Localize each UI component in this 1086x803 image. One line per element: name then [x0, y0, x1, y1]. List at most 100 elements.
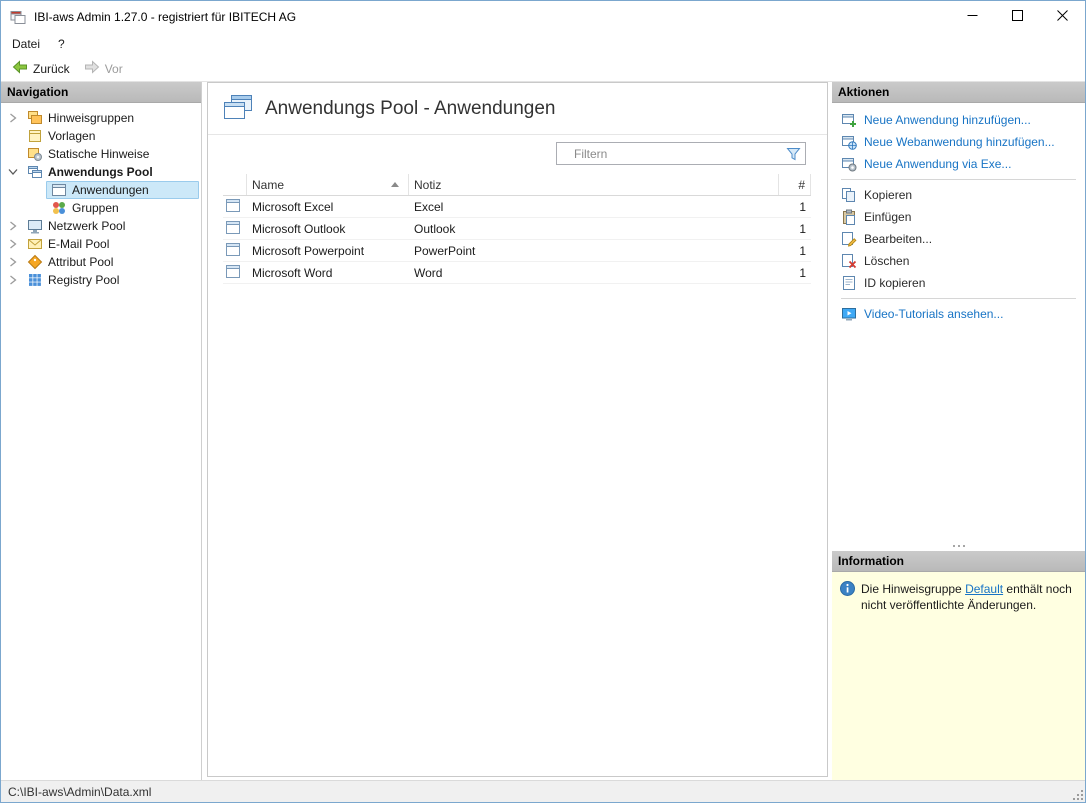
action-copy[interactable]: Kopieren — [839, 184, 1080, 206]
cell-count: 1 — [779, 222, 811, 236]
anwendungs-pool-icon — [27, 164, 43, 180]
menu-datei[interactable]: Datei — [3, 32, 49, 56]
applications-table: Name Notiz # Microsoft Excel Excel 1 Mic… — [223, 174, 811, 284]
action-edit[interactable]: Bearbeiten... — [839, 228, 1080, 250]
chevron-right-icon[interactable] — [4, 239, 22, 249]
chevron-down-icon[interactable] — [4, 168, 22, 176]
app-icon — [10, 9, 26, 25]
right-panel: Aktionen Neue Anwendung hinzufügen... Ne… — [832, 82, 1085, 780]
filter-row — [208, 135, 827, 170]
filter-icon[interactable] — [781, 147, 805, 161]
registry-pool-icon — [27, 272, 43, 288]
cell-notiz: PowerPoint — [409, 244, 779, 258]
window-title: IBI-aws Admin 1.27.0 - registriert für I… — [34, 10, 950, 24]
toolbar: Zurück Vor — [1, 56, 1085, 82]
maximize-icon — [1012, 10, 1023, 24]
cell-name: Microsoft Excel — [247, 200, 409, 214]
titlebar[interactable]: IBI-aws Admin 1.27.0 - registriert für I… — [1, 1, 1085, 32]
column-header-icon — [223, 174, 247, 195]
chevron-right-icon[interactable] — [4, 275, 22, 285]
statusbar: C:\IBI-aws\Admin\Data.xml — [1, 780, 1085, 802]
sidebar-item-hinweisgruppen[interactable]: Hinweisgruppen — [1, 109, 201, 127]
actions-header: Aktionen — [832, 82, 1085, 103]
info-icon — [840, 581, 855, 599]
sidebar-item-vorlagen[interactable]: Vorlagen — [1, 127, 201, 145]
table-row[interactable]: Microsoft Powerpoint PowerPoint 1 — [223, 240, 811, 262]
action-label: Bearbeiten... — [864, 232, 932, 246]
menu-help[interactable]: ? — [49, 32, 74, 56]
back-button[interactable]: Zurück — [5, 58, 77, 80]
hinweisgruppen-icon — [27, 110, 43, 126]
action-label: Neue Webanwendung hinzufügen... — [864, 135, 1055, 149]
info-text-before: Die Hinweisgruppe — [861, 582, 965, 596]
chevron-right-icon[interactable] — [4, 113, 22, 123]
cell-count: 1 — [779, 244, 811, 258]
sidebar-item-gruppen[interactable]: Gruppen — [1, 199, 201, 217]
table-row[interactable]: Microsoft Word Word 1 — [223, 262, 811, 284]
resize-grip-icon[interactable] — [1071, 788, 1084, 801]
sidebar-item-label: Anwendungs Pool — [48, 165, 153, 179]
content-header: Anwendungs Pool - Anwendungen — [208, 83, 827, 135]
sidebar-item-label: Hinweisgruppen — [48, 111, 134, 125]
information-header: Information — [832, 551, 1085, 572]
sidebar-item-email-pool[interactable]: E-Mail Pool — [1, 235, 201, 253]
sidebar-item-statische-hinweise[interactable]: Statische Hinweise — [1, 145, 201, 163]
maximize-button[interactable] — [995, 1, 1040, 32]
action-delete[interactable]: Löschen — [839, 250, 1080, 272]
sidebar-item-label: Gruppen — [72, 201, 119, 215]
sort-ascending-icon — [391, 182, 399, 187]
sidebar-item-attribut-pool[interactable]: Attribut Pool — [1, 253, 201, 271]
applications-icon — [223, 94, 253, 124]
chevron-right-icon[interactable] — [4, 221, 22, 231]
edit-icon — [841, 231, 857, 247]
content-empty-area — [208, 284, 827, 776]
column-label: Notiz — [414, 178, 441, 192]
chevron-right-icon[interactable] — [4, 257, 22, 267]
action-new-webapplication[interactable]: Neue Webanwendung hinzufügen... — [839, 131, 1080, 153]
action-new-application-via-exe[interactable]: Neue Anwendung via Exe... — [839, 153, 1080, 175]
sidebar-item-netzwerk-pool[interactable]: Netzwerk Pool — [1, 217, 201, 235]
page-title: Anwendungs Pool - Anwendungen — [265, 98, 556, 120]
back-icon — [12, 59, 28, 78]
action-label: Video-Tutorials ansehen... — [864, 307, 1003, 321]
table-row[interactable]: Microsoft Excel Excel 1 — [223, 196, 811, 218]
sidebar-item-anwendungs-pool[interactable]: Anwendungs Pool — [1, 163, 201, 181]
anwendungen-icon — [51, 182, 67, 198]
table-row[interactable]: Microsoft Outlook Outlook 1 — [223, 218, 811, 240]
action-new-application[interactable]: Neue Anwendung hinzufügen... — [839, 109, 1080, 131]
forward-button[interactable]: Vor — [77, 58, 130, 80]
email-pool-icon — [27, 236, 43, 252]
action-label: Kopieren — [864, 188, 912, 202]
actions-separator — [841, 179, 1076, 180]
panel-splitter-handle[interactable] — [832, 540, 1085, 551]
close-button[interactable] — [1040, 1, 1085, 32]
action-copy-id[interactable]: ID kopieren — [839, 272, 1080, 294]
sidebar-item-label: Statische Hinweise — [48, 147, 149, 161]
information-message: Die Hinweisgruppe Default enthält noch n… — [861, 581, 1077, 613]
navigation-panel: Navigation Hinweisgruppen Vorlagen Stati… — [1, 82, 202, 780]
column-header-name[interactable]: Name — [247, 174, 409, 195]
add-webapplication-icon — [841, 134, 857, 150]
app-window: IBI-aws Admin 1.27.0 - registriert für I… — [0, 0, 1086, 803]
column-header-count[interactable]: # — [779, 174, 811, 195]
sidebar-item-label: E-Mail Pool — [48, 237, 109, 251]
video-tutorials-icon — [841, 306, 857, 322]
action-label: Neue Anwendung via Exe... — [864, 157, 1011, 171]
minimize-button[interactable] — [950, 1, 995, 32]
default-group-link[interactable]: Default — [965, 582, 1003, 596]
sidebar-item-label: Netzwerk Pool — [48, 219, 125, 233]
application-icon — [226, 221, 240, 237]
statusbar-path: C:\IBI-aws\Admin\Data.xml — [8, 785, 151, 799]
sidebar-item-registry-pool[interactable]: Registry Pool — [1, 271, 201, 289]
filter-input[interactable] — [557, 147, 781, 161]
menubar: Datei ? — [1, 32, 1085, 56]
cell-notiz: Outlook — [409, 222, 779, 236]
action-paste[interactable]: Einfügen — [839, 206, 1080, 228]
copy-id-icon — [841, 275, 857, 291]
column-header-notiz[interactable]: Notiz — [409, 174, 779, 195]
column-label: Name — [252, 178, 284, 192]
sidebar-item-anwendungen[interactable]: Anwendungen — [1, 181, 201, 199]
attribut-pool-icon — [27, 254, 43, 270]
action-video-tutorials[interactable]: Video-Tutorials ansehen... — [839, 303, 1080, 325]
action-label: Löschen — [864, 254, 909, 268]
